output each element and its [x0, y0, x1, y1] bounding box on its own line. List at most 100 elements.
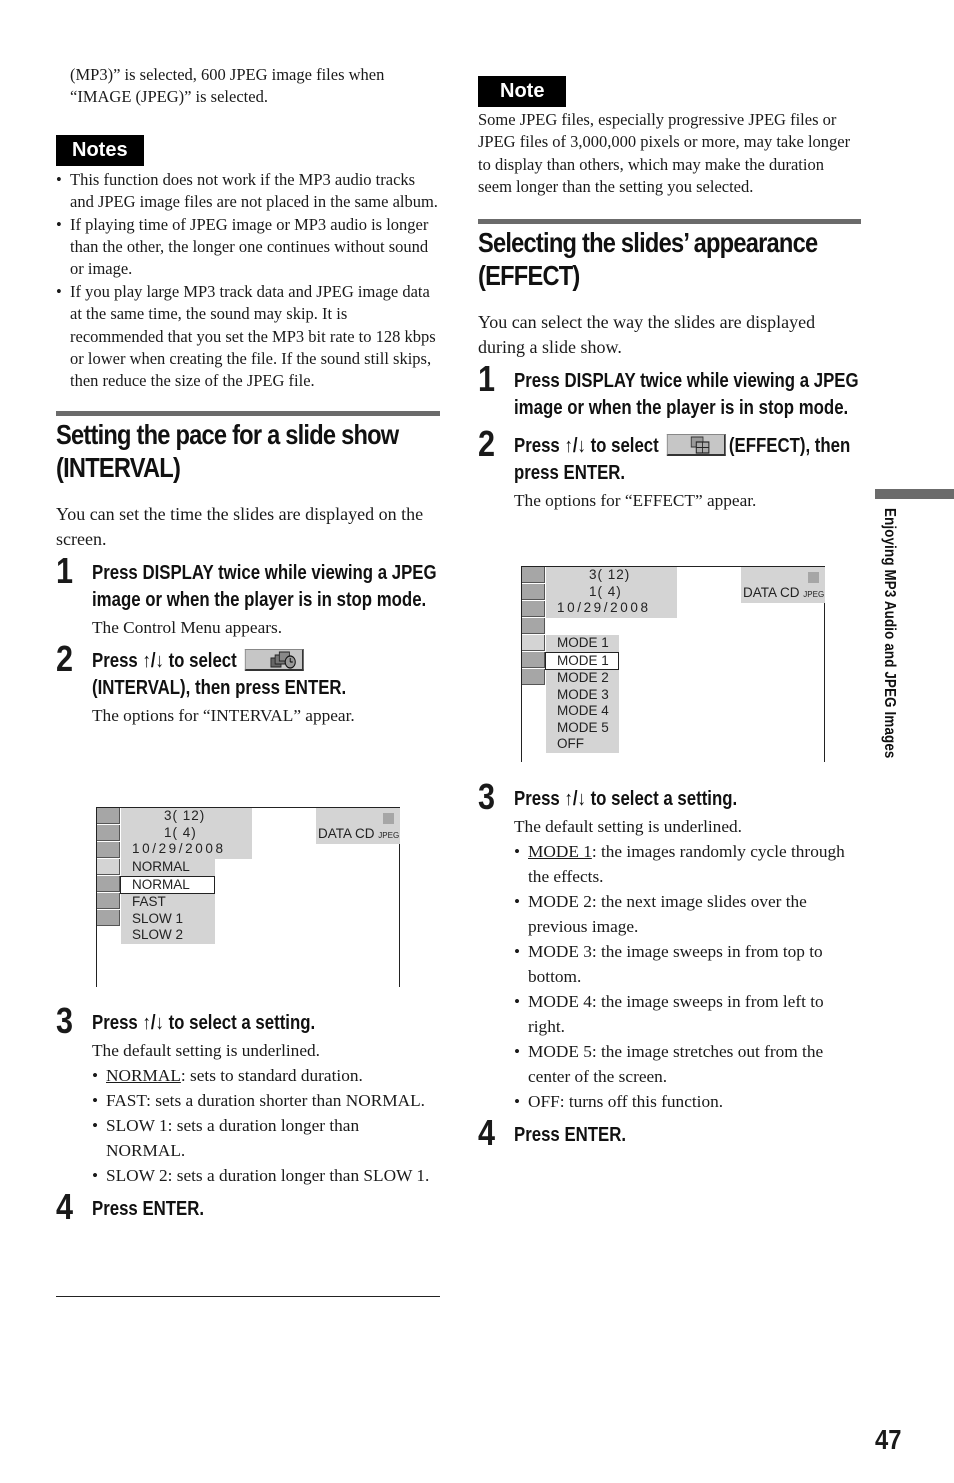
left-column: (MP3)” is selected, 600 JPEG image files… [56, 64, 440, 728]
interval-icon [244, 649, 304, 672]
step-heading-text: Press ↑/↓ to select [92, 649, 237, 672]
settings-list: NORMAL: sets to standard duration. FAST:… [92, 1063, 440, 1188]
osd-disc-info: DATA CD JPEG [316, 808, 400, 844]
setting-item: SLOW 1: sets a duration longer than NORM… [92, 1113, 440, 1163]
step-heading: Press DISPLAY twice while viewing a JPEG… [92, 561, 437, 612]
step-description: The Control Menu appears. [92, 617, 283, 637]
intro-continuation: (MP3)” is selected, 600 JPEG image files… [70, 65, 385, 107]
osd-info: 3( 12) 1( 4) 10/29/2008 [546, 567, 677, 618]
step-number: 1 [478, 357, 496, 399]
osd-option[interactable]: MODE 3 [546, 687, 619, 704]
osd-tab [522, 601, 545, 617]
osd-options: NORMAL NORMAL FAST SLOW 1 SLOW 2 [120, 859, 215, 944]
step-heading: Press ↑/↓ to select a setting. [514, 788, 738, 810]
setting-text: : sets a duration shorter than NORMAL. [146, 1090, 425, 1110]
section-title-line: Setting the pace for a slide show [56, 418, 399, 450]
osd-tab [522, 652, 545, 668]
setting-item: NORMAL: sets to standard duration. [92, 1063, 440, 1088]
osd-option[interactable]: SLOW 1 [121, 911, 215, 928]
osd-options: MODE 1 MODE 1 MODE 2 MODE 3 MODE 4 MODE … [545, 635, 619, 753]
step-number: 4 [56, 1185, 74, 1227]
osd-info-line: 3( 12) [164, 808, 206, 823]
section-rule [478, 218, 861, 224]
osd-tab [522, 584, 545, 600]
step-heading: Press ENTER. [92, 1197, 205, 1220]
note-item: This function does not work if the MP3 a… [56, 169, 440, 214]
effect-icon [666, 433, 726, 456]
step-2: 2 Press ↑/↓ to select (INTERVAL), then p… [56, 640, 440, 728]
step-heading: Press DISPLAY twice while viewing a JPEG… [514, 369, 859, 420]
step-1: 1 Press DISPLAY twice while viewing a JP… [56, 552, 440, 640]
osd-option-selected[interactable]: NORMAL [120, 875, 215, 894]
step-4: 4 Press ENTER. [56, 1188, 440, 1224]
step-heading: Press ↑/↓ to select (INTERVAL), then pre… [92, 648, 440, 703]
notes-list: This function does not work if the MP3 a… [56, 169, 440, 393]
setting-name: MODE 1 [528, 841, 592, 861]
page-number: 47 [875, 1424, 902, 1455]
step-2: 2 Press ↑/↓ to select (EFFECT), then pre… [478, 425, 861, 513]
section-title-line: (EFFECT) [478, 259, 580, 291]
osd-disc-info: DATA CD JPEG [741, 567, 825, 603]
step-heading: Press ENTER. [514, 1123, 627, 1146]
osd-option-selected[interactable]: MODE 1 [545, 651, 619, 670]
disc-label: DATA CD [743, 585, 800, 600]
step-number: 3 [478, 776, 496, 817]
section-rule [56, 410, 440, 416]
osd-option[interactable]: OFF [546, 736, 619, 753]
setting-item: MODE 3: the image sweeps in from top to … [514, 939, 861, 989]
osd-current-value: MODE 1 [557, 635, 609, 650]
setting-text: : sets to standard duration. [180, 1065, 363, 1085]
osd-info-line: 1( 4) [164, 824, 197, 840]
osd-option[interactable]: MODE 5 [546, 720, 619, 737]
chapter-tab-marker [875, 489, 954, 499]
osd-option[interactable]: MODE 2 [546, 670, 619, 687]
disc-label: DATA CD [318, 826, 375, 841]
step-description: The default setting is underlined. [514, 816, 742, 836]
step-number: 1 [56, 549, 74, 591]
setting-name: MODE 4 [528, 991, 592, 1011]
note-text: Some JPEG files, especially progressive … [478, 110, 851, 197]
osd-option[interactable]: FAST [121, 894, 215, 911]
right-column-lower: 3 Press ↑/↓ to select a setting. The def… [478, 779, 861, 1151]
setting-name: MODE 5 [528, 1041, 592, 1061]
osd-current-value: NORMAL [132, 859, 190, 874]
osd-info-line: 3( 12) [589, 567, 631, 582]
step-number: 2 [478, 422, 496, 464]
step-heading: Press ↑/↓ to select a setting. [92, 1012, 316, 1034]
notes-block: Notes This function does not work if the… [56, 134, 440, 393]
step-heading-text: (INTERVAL), then press ENTER. [92, 677, 347, 700]
section-title-line: Selecting the slides’ appearance [478, 226, 818, 258]
step-3: 3 Press ↑/↓ to select a setting. The def… [56, 1003, 440, 1188]
osd-info-line: 1( 4) [589, 583, 622, 599]
setting-item: FAST: sets a duration shorter than NORMA… [92, 1088, 440, 1113]
osd-tab [522, 635, 545, 651]
osd-tab [522, 669, 545, 685]
step-number: 3 [56, 1000, 74, 1041]
osd-option[interactable]: SLOW 2 [121, 927, 215, 944]
step-number: 2 [56, 637, 74, 679]
osd-info-line: 10/29/2008 [557, 600, 651, 615]
osd-option[interactable]: MODE 4 [546, 703, 619, 720]
osd-tab [522, 567, 545, 583]
setting-name: MODE 2 [528, 891, 592, 911]
disc-sub: JPEG [803, 590, 825, 599]
notes-label: Notes [56, 134, 144, 166]
chapter-tab-label: Enjoying MP3 Audio and JPEG Images [881, 508, 898, 759]
section-title-line: (INTERVAL) [56, 451, 181, 483]
osd-info-line: 10/29/2008 [132, 841, 226, 856]
osd-tab [97, 910, 120, 926]
step-1: 1 Press DISPLAY twice while viewing a JP… [478, 360, 861, 423]
note-item: If playing time of JPEG image or MP3 aud… [56, 214, 440, 281]
setting-name: NORMAL [106, 1065, 181, 1085]
setting-item: SLOW 2: sets a duration longer than SLOW… [92, 1163, 440, 1188]
setting-item: MODE 2: the next image slides over the p… [514, 889, 861, 939]
bottom-rule [56, 1296, 440, 1297]
section-title-interval: Setting the pace for a slide show (INTER… [56, 418, 439, 484]
setting-name: MODE 3 [528, 941, 592, 961]
setting-name: FAST [106, 1090, 147, 1110]
osd-tab [97, 893, 120, 909]
osd-tab [97, 876, 120, 892]
right-column: Note Some JPEG files, especially progres… [478, 76, 861, 513]
step-3: 3 Press ↑/↓ to select a setting. The def… [478, 779, 861, 1114]
disc-sub: JPEG [378, 831, 400, 840]
